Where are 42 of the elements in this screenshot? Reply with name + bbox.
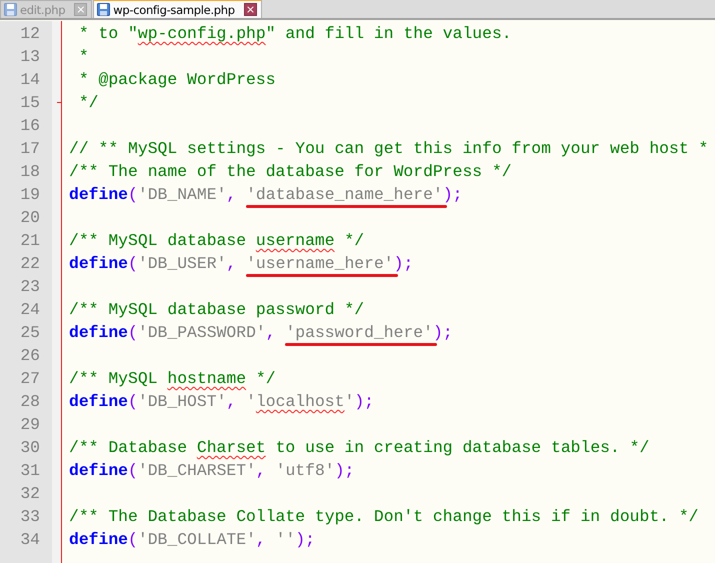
line-number: 15 [19,92,41,114]
line-number: 17 [19,138,41,160]
line-number: 14 [19,69,41,91]
code-line: define('DB_USER', 'username_here'); [62,252,708,275]
code-line: /** MySQL database username */ [68,230,366,252]
code-line: * @package WordPress [78,69,277,91]
line-number: 33 [19,506,41,528]
line-number: 12 [19,23,41,45]
code-line: define('DB_CHARSET', 'utf8'); [68,460,356,482]
code-line: /** The name of the database for WordPress */ [68,161,513,183]
line-number: 18 [19,161,41,183]
code-line: define('DB_HOST', 'localhost'); [68,391,375,413]
close-icon[interactable]: × [244,3,257,16]
line-number: 13 [19,46,41,68]
code-line: * to "wp-config.php" and fill in the values. [78,23,513,45]
line-number: 19 [19,184,41,206]
file-tab[interactable]: wp-config-sample.php × [93,0,262,18]
code-line: define('DB_COLLATE', ''); [68,529,316,551]
line-number: 30 [19,437,41,459]
line-number: 24 [19,299,41,321]
code-line: define('DB_PASSWORD', 'password_here'); [62,321,708,344]
line-number: 29 [19,414,41,436]
line-number: 16 [19,115,41,137]
line-number: 23 [19,276,41,298]
line-number: 27 [19,368,41,390]
code-line: define('DB_NAME', 'database_name_here'); [62,183,708,206]
code-line: /** Database Charset to use in creating database tables. */ [68,437,650,459]
line-number: 34 [19,529,41,551]
line-number: 31 [19,460,41,482]
line-number: 20 [19,207,41,229]
code-line: // ** MySQL settings - You can get this info from your web host * [68,138,708,160]
line-number: 25 [19,322,41,344]
line-number: 22 [19,253,41,275]
line-number: 28 [19,391,41,413]
line-number: 21 [19,230,41,252]
code-line: /** The Database Collate type. Don't change this if in doubt. */ [68,506,700,528]
line-number: 32 [19,483,41,505]
code-line: * [78,46,90,68]
code-line: */ [78,92,100,114]
line-number: 26 [19,345,41,367]
code-line: /** MySQL hostname */ [68,368,277,390]
code-line: /** MySQL database password */ [68,299,366,321]
